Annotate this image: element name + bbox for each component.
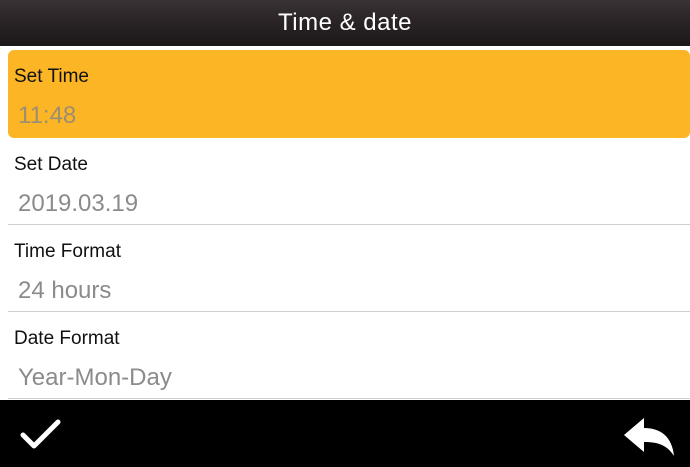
- list-item-set-date[interactable]: Set Date 2019.03.19: [8, 138, 690, 224]
- item-label: Set Date: [14, 154, 88, 175]
- title-bar: Time & date: [0, 0, 690, 46]
- item-value: Year-Mon-Day: [18, 364, 172, 391]
- page-title: Time & date: [278, 9, 412, 36]
- bottom-toolbar: [0, 400, 690, 467]
- list-item-date-format[interactable]: Date Format Year-Mon-Day: [8, 312, 690, 398]
- list-item-time-format[interactable]: Time Format 24 hours: [8, 225, 690, 311]
- item-label: Time Format: [14, 241, 121, 262]
- item-label: Date Format: [14, 328, 120, 349]
- item-value: 24 hours: [18, 277, 112, 304]
- time-date-screen: Time & date Set Time 11:48 Set Date 2019…: [0, 0, 690, 467]
- list-item-set-time[interactable]: Set Time 11:48: [8, 50, 690, 138]
- settings-list: Set Time 11:48 Set Date 2019.03.19 Time …: [0, 46, 690, 400]
- divider: [8, 398, 690, 399]
- back-button[interactable]: [622, 414, 676, 458]
- item-value: 2019.03.19: [18, 190, 139, 217]
- checkmark-icon: [20, 419, 61, 449]
- item-value: 11:48: [18, 102, 77, 129]
- return-arrow-icon: [624, 418, 674, 456]
- confirm-button[interactable]: [18, 414, 64, 454]
- item-label: Set Time: [14, 66, 89, 87]
